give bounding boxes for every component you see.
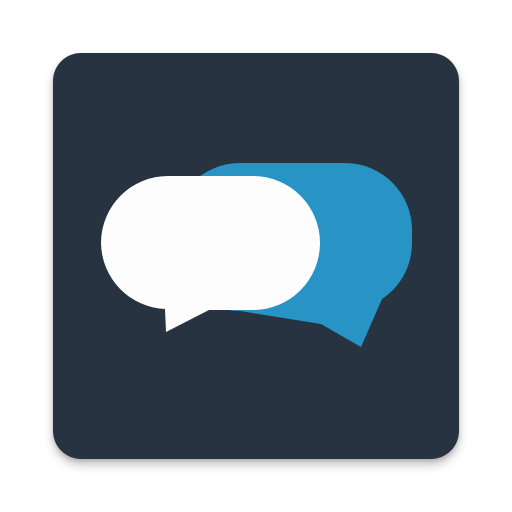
app-icon[interactable] [53,53,459,459]
icon-canvas [0,0,512,512]
chat-bubbles-icon [53,53,459,459]
